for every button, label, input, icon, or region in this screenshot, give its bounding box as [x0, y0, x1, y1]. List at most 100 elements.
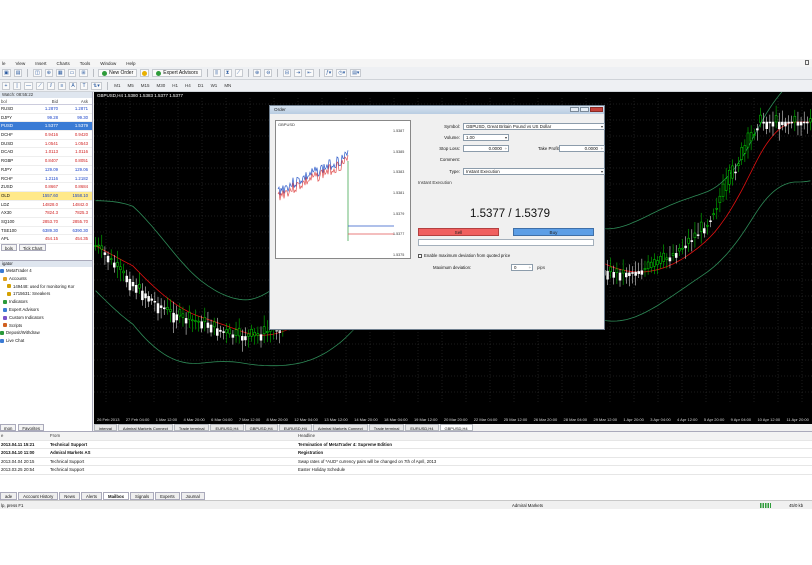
navigator-item[interactable]: Scripts [0, 322, 92, 330]
menu-item[interactable]: le [2, 61, 6, 66]
market-watch-row[interactable]: AX30 7824.3 7825.3 [0, 209, 92, 218]
navigator-item[interactable]: Indicators [0, 298, 92, 306]
mailbox-row[interactable]: 2013.04.11 15:21 Technical Support Termina… [0, 441, 812, 449]
terminal-icon[interactable]: ▭ [67, 69, 77, 77]
expert-advisors-button[interactable]: Expert Advisors [152, 69, 203, 77]
deviation-checkbox-row[interactable]: Enable maximum deviation from quoted pri… [418, 253, 510, 259]
navigator-item[interactable]: MetaTrader 4 [0, 267, 92, 275]
timeframe-m15[interactable]: M15 [139, 83, 152, 88]
navigator-tab[interactable]: Favorites [18, 424, 45, 431]
market-watch-row[interactable]: DCHF 0.9416 0.9420 [0, 131, 92, 140]
menu-item[interactable]: Window [100, 61, 116, 66]
terminal-tab[interactable]: Mailbox [103, 492, 129, 500]
headline-column-header[interactable]: Headline [298, 432, 812, 440]
market-watch-row[interactable]: RJPY 129.09 129.06 [0, 166, 92, 175]
market-watch-row[interactable]: TSE100 6389.30 6390.30 [0, 227, 92, 236]
text-icon[interactable]: A [69, 81, 77, 90]
ask-column-header[interactable]: Ask [60, 98, 90, 104]
navigator-item[interactable]: Custom Indicators [0, 314, 92, 322]
label-icon[interactable]: T [80, 81, 88, 90]
market-watch-row[interactable]: ZUSD 0.8667 0.8684 [0, 183, 92, 192]
market-watch-tab[interactable]: Tick Chart [18, 244, 47, 251]
data-window-icon[interactable]: ⊕ [44, 69, 53, 77]
market-watch-row[interactable]: PUSD 1.5377 1.5379 [0, 122, 92, 132]
window-restore-icon[interactable] [805, 60, 809, 65]
timeframe-m5[interactable]: M5 [125, 83, 135, 88]
buy-button[interactable]: Buy [513, 228, 594, 236]
chart-window-tab[interactable]: EURUSD,H4 [405, 424, 439, 431]
menu-item[interactable]: Charts [56, 61, 69, 66]
mailbox-row[interactable]: 2013.04.10 11:00 Admiral Markets AS Regist… [0, 449, 812, 458]
type-select[interactable]: Instant Execution [463, 168, 605, 175]
autoscroll-icon[interactable]: ⇥ [294, 69, 303, 77]
terminal-tab[interactable]: Signals [130, 492, 155, 500]
navigator-item[interactable]: Deposit/Withdraw [0, 329, 92, 337]
chart-window-tab[interactable]: GBPUSD,H4 [439, 424, 473, 431]
fibonacci-icon[interactable]: ≡ [58, 81, 66, 90]
market-watch-tab[interactable]: bols [1, 244, 17, 251]
timeframe-d1[interactable]: D1 [196, 83, 206, 88]
timeframe-mn[interactable]: MN [222, 83, 233, 88]
line-chart-icon[interactable]: ⟋ [234, 69, 243, 77]
market-watch-row[interactable]: LDZ 14828.0 14842.0 [0, 201, 92, 210]
chart-window-tab[interactable]: GBPUSD,H4 [244, 424, 278, 431]
templates-icon[interactable]: ▤▾ [350, 69, 362, 77]
navigator-item[interactable]: Expert Advisors [0, 306, 92, 314]
market-watch-icon[interactable]: ◫ [32, 69, 42, 77]
volume-select[interactable]: 1.00 [463, 134, 509, 141]
market-watch-row[interactable]: RUSD 1.2870 1.2871 [0, 105, 92, 114]
timeframe-m1[interactable]: M1 [112, 83, 122, 88]
max-deviation-input[interactable]: 0 [511, 264, 533, 271]
from-column-header[interactable]: From [50, 432, 298, 440]
market-watch-row[interactable]: APL 454.15 454.35 [0, 235, 92, 244]
terminal-tab[interactable]: Journal [180, 492, 205, 500]
market-watch-row[interactable]: DJPY 99.28 99.30 [0, 114, 92, 123]
market-watch-row[interactable]: OLD 1557.60 1558.10 [0, 191, 92, 201]
trendline-icon[interactable]: ⟋ [36, 81, 44, 90]
channel-icon[interactable]: ⫽ [47, 81, 55, 90]
profiles-icon[interactable]: ▤ [13, 69, 23, 77]
timeframe-h4[interactable]: H4 [183, 83, 193, 88]
symbol-select[interactable]: GBPUSD, Great Britain Pound vs US Dollar [463, 123, 605, 130]
market-watch-row[interactable]: DUSD 1.0541 1.0543 [0, 140, 92, 149]
market-watch-row[interactable]: RGBP 0.8407 0.8051 [0, 157, 92, 166]
tile-windows-icon[interactable]: ⊟ [282, 69, 292, 77]
crosshair-icon[interactable]: + [2, 81, 10, 90]
mailbox-row[interactable]: 2013.03.25 20:54 Technical Support Easter … [0, 466, 812, 475]
maximize-icon[interactable] [580, 107, 589, 112]
timeframe-w1[interactable]: W1 [209, 83, 220, 88]
chart-window-tab[interactable]: Trade terminal [173, 424, 210, 431]
navigator-item[interactable]: Live Chat [0, 337, 92, 345]
market-watch-row[interactable]: RCHF 1.2116 1.2182 [0, 175, 92, 184]
chart-window-tab[interactable]: Admiral Markets Connect [312, 424, 368, 431]
chart-window-tab[interactable]: interval [94, 424, 117, 431]
indicators-icon[interactable]: ƒ▾ [324, 69, 334, 77]
terminal-tab[interactable]: Alerts [81, 492, 102, 500]
navigator-icon[interactable]: ▦ [55, 69, 65, 77]
timeframe-m30[interactable]: M30 [155, 83, 168, 88]
chart-window-tab[interactable]: Admiral Markets Connect [117, 424, 173, 431]
mailbox-row[interactable]: 2013.04.04 20:15 Technical Support Swap ra… [0, 458, 812, 466]
menu-item[interactable]: Tools [80, 61, 91, 66]
tester-icon[interactable]: ⊞ [79, 69, 88, 77]
symbol-column-header[interactable]: bol [0, 98, 30, 104]
chart-window-tab[interactable]: EURUSD,H4 [278, 424, 312, 431]
stoploss-input[interactable]: 0.0000 [463, 145, 509, 152]
timeframe-h1[interactable]: H1 [170, 83, 180, 88]
vertical-line-icon[interactable]: | [13, 81, 21, 90]
terminal-tab[interactable]: Account History [18, 492, 59, 500]
minimize-icon[interactable] [570, 107, 579, 112]
metaeditor-icon[interactable] [140, 69, 150, 77]
zoom-out-icon[interactable]: ⊖ [264, 69, 273, 77]
close-icon[interactable] [590, 107, 603, 112]
market-watch-row[interactable]: DCAD 1.0113 1.0116 [0, 148, 92, 158]
candlestick-icon[interactable]: ⧗ [223, 69, 232, 77]
bar-chart-icon[interactable]: ⫼ [212, 69, 221, 77]
terminal-tab[interactable]: ade [0, 492, 18, 500]
deviation-checkbox[interactable] [418, 254, 422, 258]
horizontal-line-icon[interactable]: — [24, 81, 33, 90]
new-chart-icon[interactable]: ▣ [2, 69, 11, 77]
navigator-item[interactable]: 1715631: Sneakers [0, 290, 92, 298]
navigator-tab[interactable]: mon [0, 424, 17, 431]
menu-item[interactable]: View [16, 61, 26, 66]
